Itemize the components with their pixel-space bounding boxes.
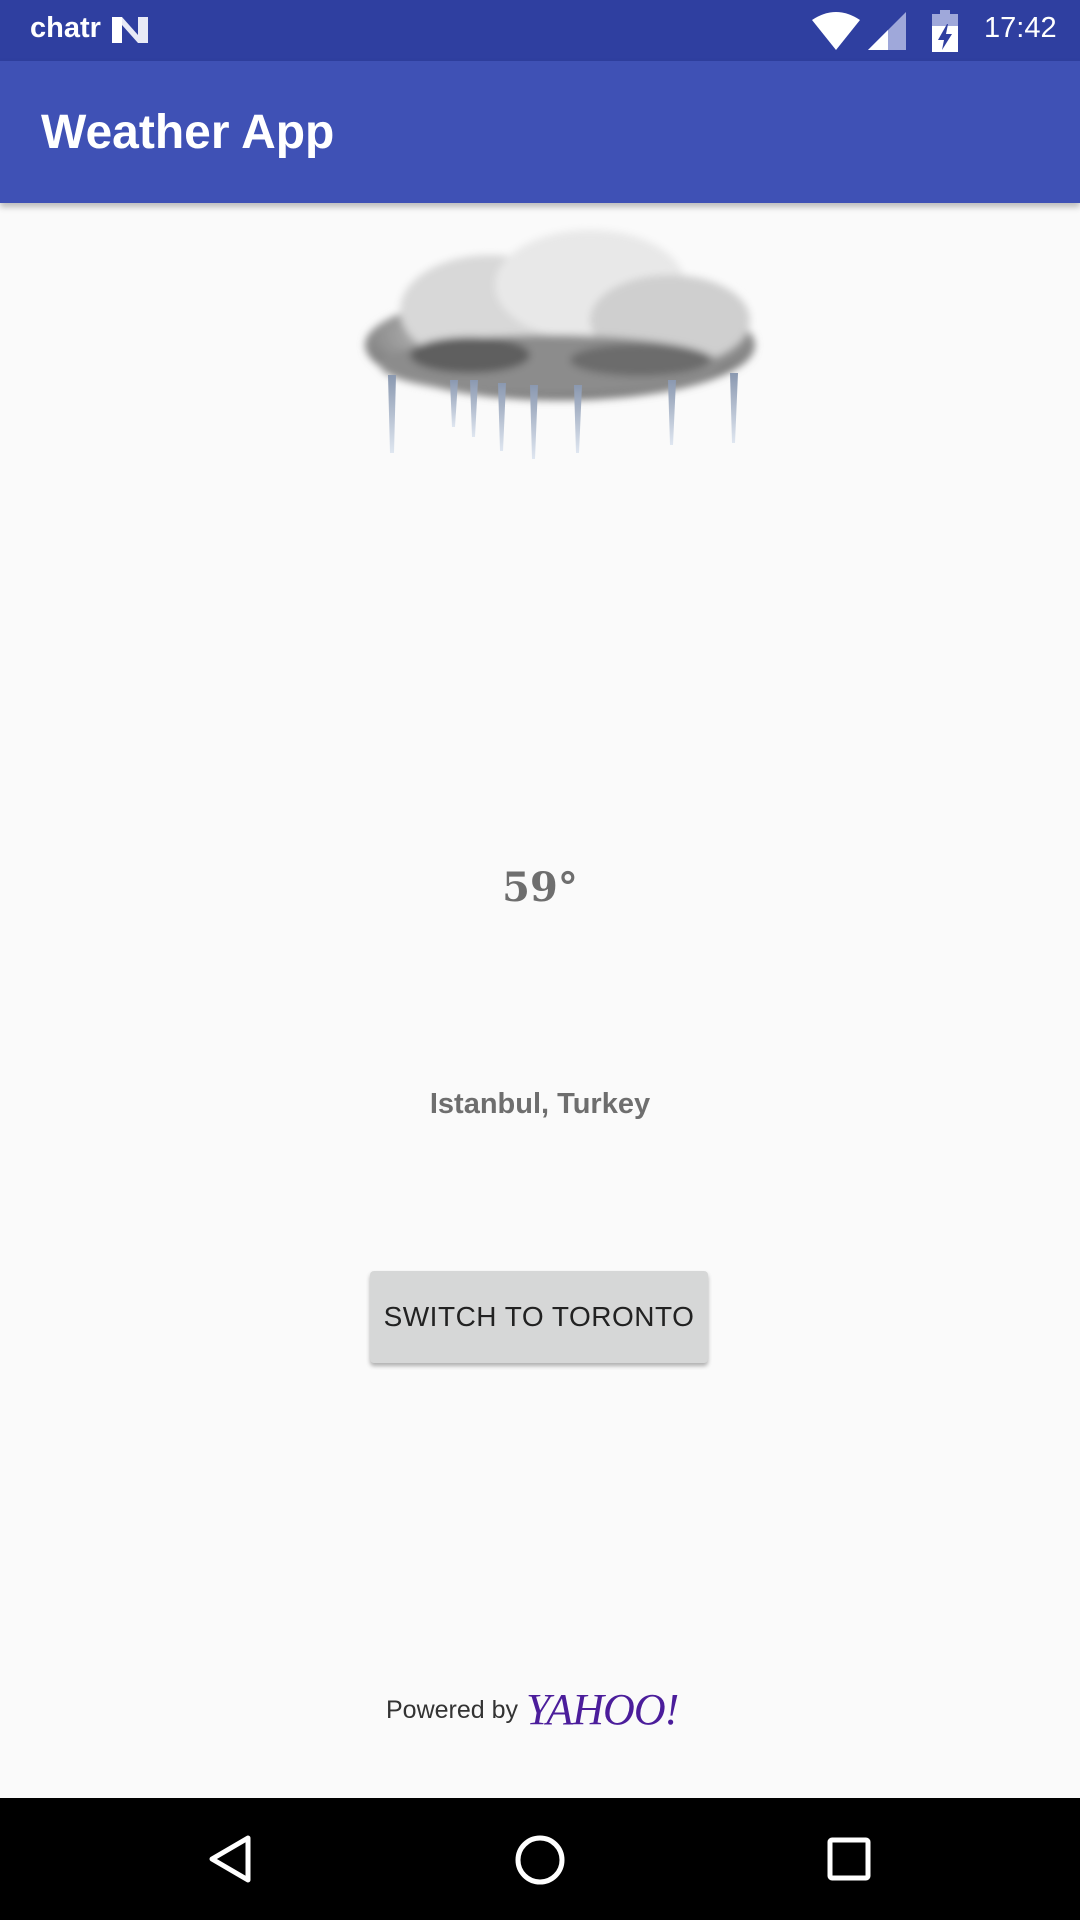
switch-city-button[interactable]: SWITCH TO TORONTO: [370, 1271, 708, 1363]
recents-icon[interactable]: [826, 1836, 872, 1882]
carrier-label: chatr: [30, 12, 101, 44]
app-bar: Weather App: [0, 61, 1080, 203]
yahoo-logo: YAHOO!: [526, 1685, 679, 1734]
home-icon[interactable]: [514, 1834, 566, 1886]
app-title: Weather App: [41, 106, 335, 159]
location-label: Istanbul, Turkey: [429, 1088, 651, 1120]
wifi-icon: [812, 12, 860, 50]
sleet-cloud-icon: [365, 230, 755, 459]
powered-by-label: Powered by: [386, 1696, 519, 1724]
signal-icon: [868, 12, 906, 50]
n-notification-icon: [112, 17, 148, 43]
clock: 17:42: [984, 12, 1057, 44]
battery-charging-icon: [932, 10, 958, 52]
navigation-bar: [0, 1798, 1080, 1920]
weather-screen: chatr 17:42 Weather App 59° Istanbul, Tu…: [0, 0, 1080, 1920]
back-icon[interactable]: [206, 1834, 254, 1884]
temperature-label: 59°: [502, 864, 578, 911]
powered-by-attribution: Powered by YAHOO!: [386, 1684, 706, 1734]
status-bar: chatr 17:42: [0, 0, 1080, 61]
